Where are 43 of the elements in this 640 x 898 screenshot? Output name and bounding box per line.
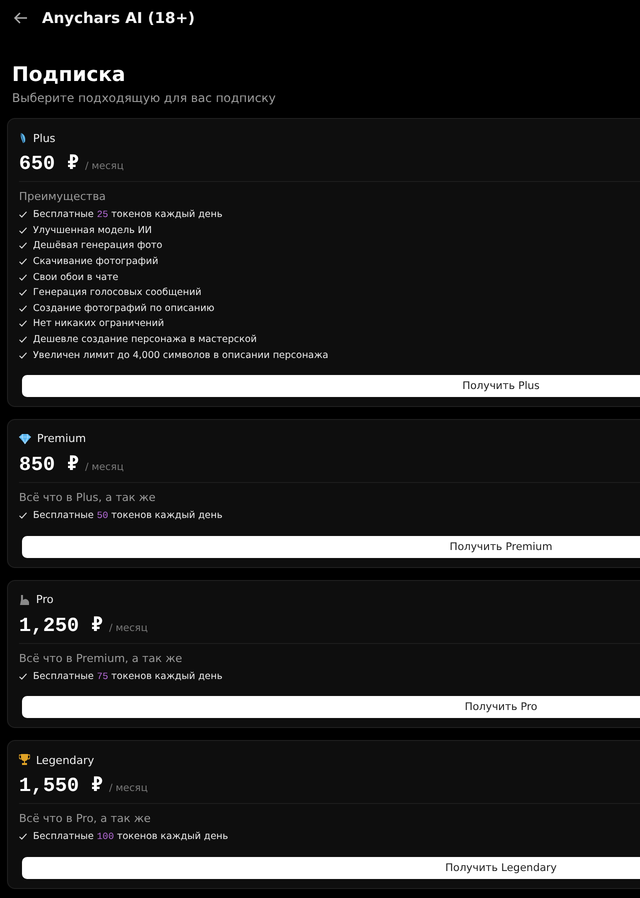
price-period: / месяц — [109, 622, 148, 634]
subscribe-button[interactable]: Получить Pro — [22, 696, 640, 718]
check-icon — [19, 512, 27, 520]
plan-price: 650 ₽ — [19, 152, 80, 176]
feature-text: Дешёвая генерация фото — [33, 240, 162, 252]
plan-price: 850 ₽ — [19, 452, 80, 477]
page-subtitle: Выберите подходящую для вас подписку — [12, 90, 277, 106]
subscribe-button[interactable]: Получить Plus — [22, 374, 640, 397]
price-period: / месяц — [109, 783, 148, 794]
feature-text: Генерация голосовых сообщений — [33, 287, 202, 298]
check-icon — [19, 672, 27, 680]
plan-price: 1,550 ₽ — [19, 774, 104, 798]
plan-name: Pro — [36, 593, 54, 606]
price-period: / месяц — [85, 462, 124, 473]
features-heading: Всё что в Pro, а так же — [19, 812, 152, 826]
subscribe-button[interactable]: Получить Legendary — [22, 856, 640, 879]
feature-text: Свои обои в чате — [33, 272, 118, 283]
features-heading: Преимущества — [19, 190, 107, 203]
plan-price: 1,250 ₽ — [19, 614, 104, 638]
features-heading: Всё что в Plus, а так же — [19, 490, 157, 504]
features-heading: Всё что в Premium, а так же — [19, 652, 184, 665]
feature-text: Бесплатные 25 токенов каждый день — [33, 209, 222, 220]
check-icon — [19, 833, 27, 840]
feature-text: Скачивание фотографий — [33, 256, 158, 268]
feature-text: Улучшенная модель ИИ — [33, 224, 152, 236]
feature-text: Увеличен лимит до 4,000 символов в описании персонажа — [33, 350, 328, 361]
feature-text: Дешевле создание персонажа в мастерской — [33, 334, 257, 346]
feature-text: Создание фотографий по описанию — [33, 302, 214, 314]
page-title: Подписка — [12, 62, 126, 86]
app-title: Anychars AI (18+) — [42, 9, 195, 27]
plan-name: Legendary — [36, 754, 94, 767]
feature-text: Нет никаких ограничений — [33, 318, 164, 330]
feature-text: Бесплатные 50 токенов каждый день — [33, 510, 222, 522]
subscribe-button[interactable]: Получить Premium — [22, 536, 640, 558]
gem-icon — [19, 434, 31, 444]
trophy-icon — [19, 754, 30, 766]
back-arrow-icon[interactable] — [14, 12, 28, 24]
feather-icon — [19, 132, 27, 144]
feature-text: Бесплатные 75 токенов каждый день — [33, 670, 222, 682]
feature-text: Бесплатные 100 токенов каждый день — [33, 831, 228, 842]
plan-name: Premium — [37, 432, 86, 446]
plan-name: Plus — [33, 132, 56, 144]
price-period: / месяц — [85, 161, 124, 172]
